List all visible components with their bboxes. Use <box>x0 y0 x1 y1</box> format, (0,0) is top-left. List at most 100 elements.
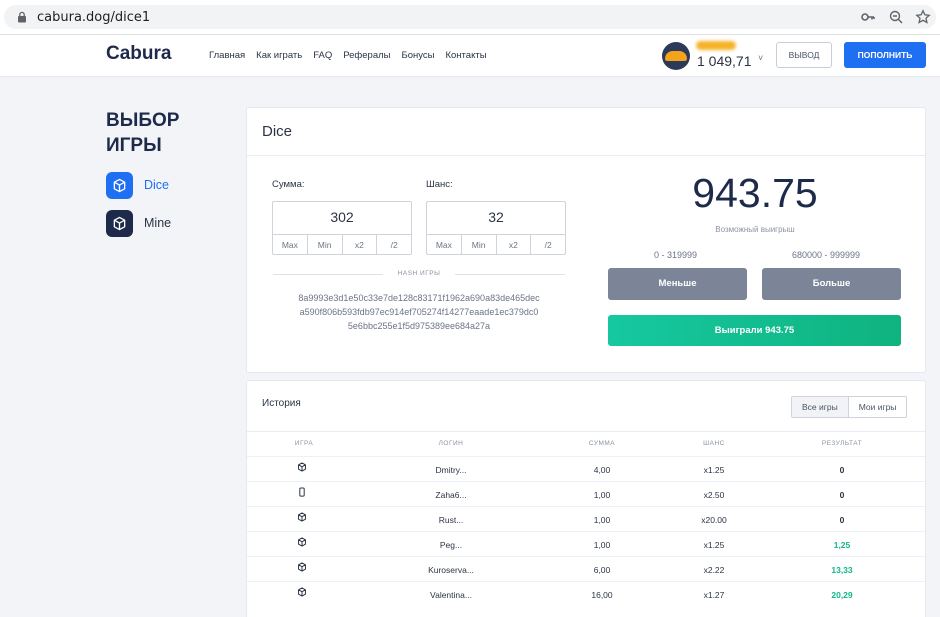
amount-x2-button[interactable]: x2 <box>343 235 378 255</box>
main-nav: Главная Как играть FAQ Рефералы Бонусы К… <box>209 50 487 61</box>
column-header-login: ЛОГИН <box>438 440 464 447</box>
row-login[interactable]: Valentina... <box>411 590 491 600</box>
nav-faq[interactable]: FAQ <box>313 50 332 61</box>
row-login[interactable]: Rust... <box>411 515 491 525</box>
site-header: Cabura Главная Как играть FAQ Рефералы Б… <box>0 35 940 77</box>
amount-quick-buttons: Max Min x2 /2 <box>273 234 411 255</box>
chance-input[interactable]: 32 <box>427 209 565 225</box>
cube-icon <box>298 562 306 572</box>
row-amount: 16,00 <box>591 590 613 600</box>
chance-label: Шанс: <box>426 179 453 190</box>
row-chance: x1.27 <box>703 590 725 600</box>
column-header-chance: ШАНС <box>703 440 725 447</box>
column-header-amount: СУММА <box>588 440 616 447</box>
star-icon[interactable] <box>915 9 931 25</box>
more-button[interactable]: Больше <box>762 268 901 300</box>
row-login[interactable]: Dmitry... <box>411 465 491 475</box>
high-range: 680000 - 999999 <box>792 250 861 260</box>
site-logo[interactable]: Cabura <box>106 43 171 65</box>
chance-x2-button[interactable]: x2 <box>497 235 532 255</box>
sidebar-item-label: Mine <box>144 216 172 230</box>
withdraw-button[interactable]: ВЫВОД <box>776 42 832 68</box>
amount-min-button[interactable]: Min <box>308 235 343 255</box>
row-login[interactable]: Zaha6... <box>411 490 491 500</box>
chance-field[interactable]: 32 Max Min x2 /2 <box>426 201 566 255</box>
row-login[interactable]: Peg... <box>411 540 491 550</box>
hash-line: 8a9993e3d1e50c33e7de128c83171f1962a690a8… <box>298 293 540 303</box>
nav-contacts[interactable]: Контакты <box>445 50 486 61</box>
row-amount: 1,00 <box>593 515 611 525</box>
table-row: Rust... 1,00 x20.00 0 <box>247 506 925 531</box>
row-login[interactable]: Kuroserva... <box>411 565 491 575</box>
cube-icon <box>106 209 133 237</box>
row-amount: 6,00 <box>593 565 611 575</box>
amount-half-button[interactable]: /2 <box>377 235 411 255</box>
nav-home[interactable]: Главная <box>209 50 245 61</box>
hash-label: HASH ИГРЫ <box>397 270 441 277</box>
chance-max-button[interactable]: Max <box>427 235 462 255</box>
chevron-down-icon[interactable]: ˅ <box>758 53 763 63</box>
table-row: Zaha6... 1,00 x2.50 0 <box>247 481 925 506</box>
zoom-icon[interactable] <box>888 9 904 25</box>
history-filter: Все игры Мои игры <box>791 396 908 418</box>
cube-icon <box>106 171 133 199</box>
row-chance: x1.25 <box>703 540 725 550</box>
result-banner: Выиграли 943.75 <box>608 315 901 346</box>
amount-max-button[interactable]: Max <box>273 235 308 255</box>
cube-icon <box>298 512 306 522</box>
table-row: Dmitry... 4,00 x1.25 0 <box>247 456 925 481</box>
sidebar-item-label: Dice <box>144 178 170 192</box>
nav-referrals[interactable]: Рефералы <box>343 50 390 61</box>
dice-title: Dice <box>247 108 925 156</box>
amount-field[interactable]: 302 Max Min x2 /2 <box>272 201 412 255</box>
address-bar[interactable]: cabura.dog/dice1 <box>4 5 936 29</box>
row-chance: x2.22 <box>703 565 725 575</box>
row-result: 13,33 <box>831 565 853 575</box>
nav-bonuses[interactable]: Бонусы <box>401 50 434 61</box>
row-amount: 1,00 <box>593 540 611 550</box>
cube-icon <box>298 587 306 597</box>
key-icon[interactable] <box>860 9 876 25</box>
nav-how-to-play[interactable]: Как играть <box>256 50 302 61</box>
row-chance: x2.50 <box>703 490 725 500</box>
row-amount: 4,00 <box>593 465 611 475</box>
row-result: 0 <box>839 465 845 475</box>
chance-quick-buttons: Max Min x2 /2 <box>427 234 565 255</box>
dice-panel: Dice Сумма: 302 Max Min x2 /2 Шанс: 32 M… <box>246 107 926 373</box>
row-result: 0 <box>839 490 845 500</box>
row-amount: 1,00 <box>593 490 611 500</box>
amount-input[interactable]: 302 <box>273 209 411 225</box>
less-button[interactable]: Меньше <box>608 268 747 300</box>
url-text[interactable]: cabura.dog/dice1 <box>37 10 150 25</box>
possible-win-label: Возможный выигрыш <box>715 225 795 234</box>
tab-my-games[interactable]: Мои игры <box>849 397 907 417</box>
column-header-result: РЕЗУЛЬТАТ <box>821 440 863 447</box>
history-title: История <box>262 398 301 409</box>
sidebar-item-dice[interactable]: Dice <box>106 171 169 199</box>
hash-value: 8a9993e3d1e50c33e7de128c83171f1962a690a8… <box>273 291 565 333</box>
hash-line: a590f806b593fdb97ec914ef705274f14277eaad… <box>299 307 539 317</box>
browser-toolbar: cabura.dog/dice1 <box>0 0 940 35</box>
row-result: 1,25 <box>833 540 851 550</box>
amount-label: Сумма: <box>272 179 305 190</box>
row-result: 20,29 <box>831 590 853 600</box>
hash-heading: HASH ИГРЫ <box>273 269 565 279</box>
row-chance: x1.25 <box>703 465 725 475</box>
possible-win-amount: 943.75 <box>692 170 818 216</box>
column-header-game: ИГРА <box>294 440 314 447</box>
history-panel: История Все игры Мои игры ИГРА ЛОГИН СУМ… <box>246 380 926 617</box>
tab-all-games[interactable]: Все игры <box>792 397 849 417</box>
row-chance: x20.00 <box>701 515 727 525</box>
chance-half-button[interactable]: /2 <box>531 235 565 255</box>
balance-amount[interactable]: 1 049,71 <box>697 53 752 69</box>
low-range: 0 - 319999 <box>654 250 698 260</box>
table-row: Valentina... 16,00 x1.27 20,29 <box>247 581 925 606</box>
phone-icon <box>299 487 305 497</box>
avatar[interactable] <box>662 42 690 70</box>
cube-icon <box>298 537 306 547</box>
cube-icon <box>298 462 306 472</box>
lock-icon <box>18 11 26 23</box>
chance-min-button[interactable]: Min <box>462 235 497 255</box>
sidebar-item-mine[interactable]: Mine <box>106 209 171 237</box>
deposit-button[interactable]: ПОПОЛНИТЬ <box>844 42 926 68</box>
